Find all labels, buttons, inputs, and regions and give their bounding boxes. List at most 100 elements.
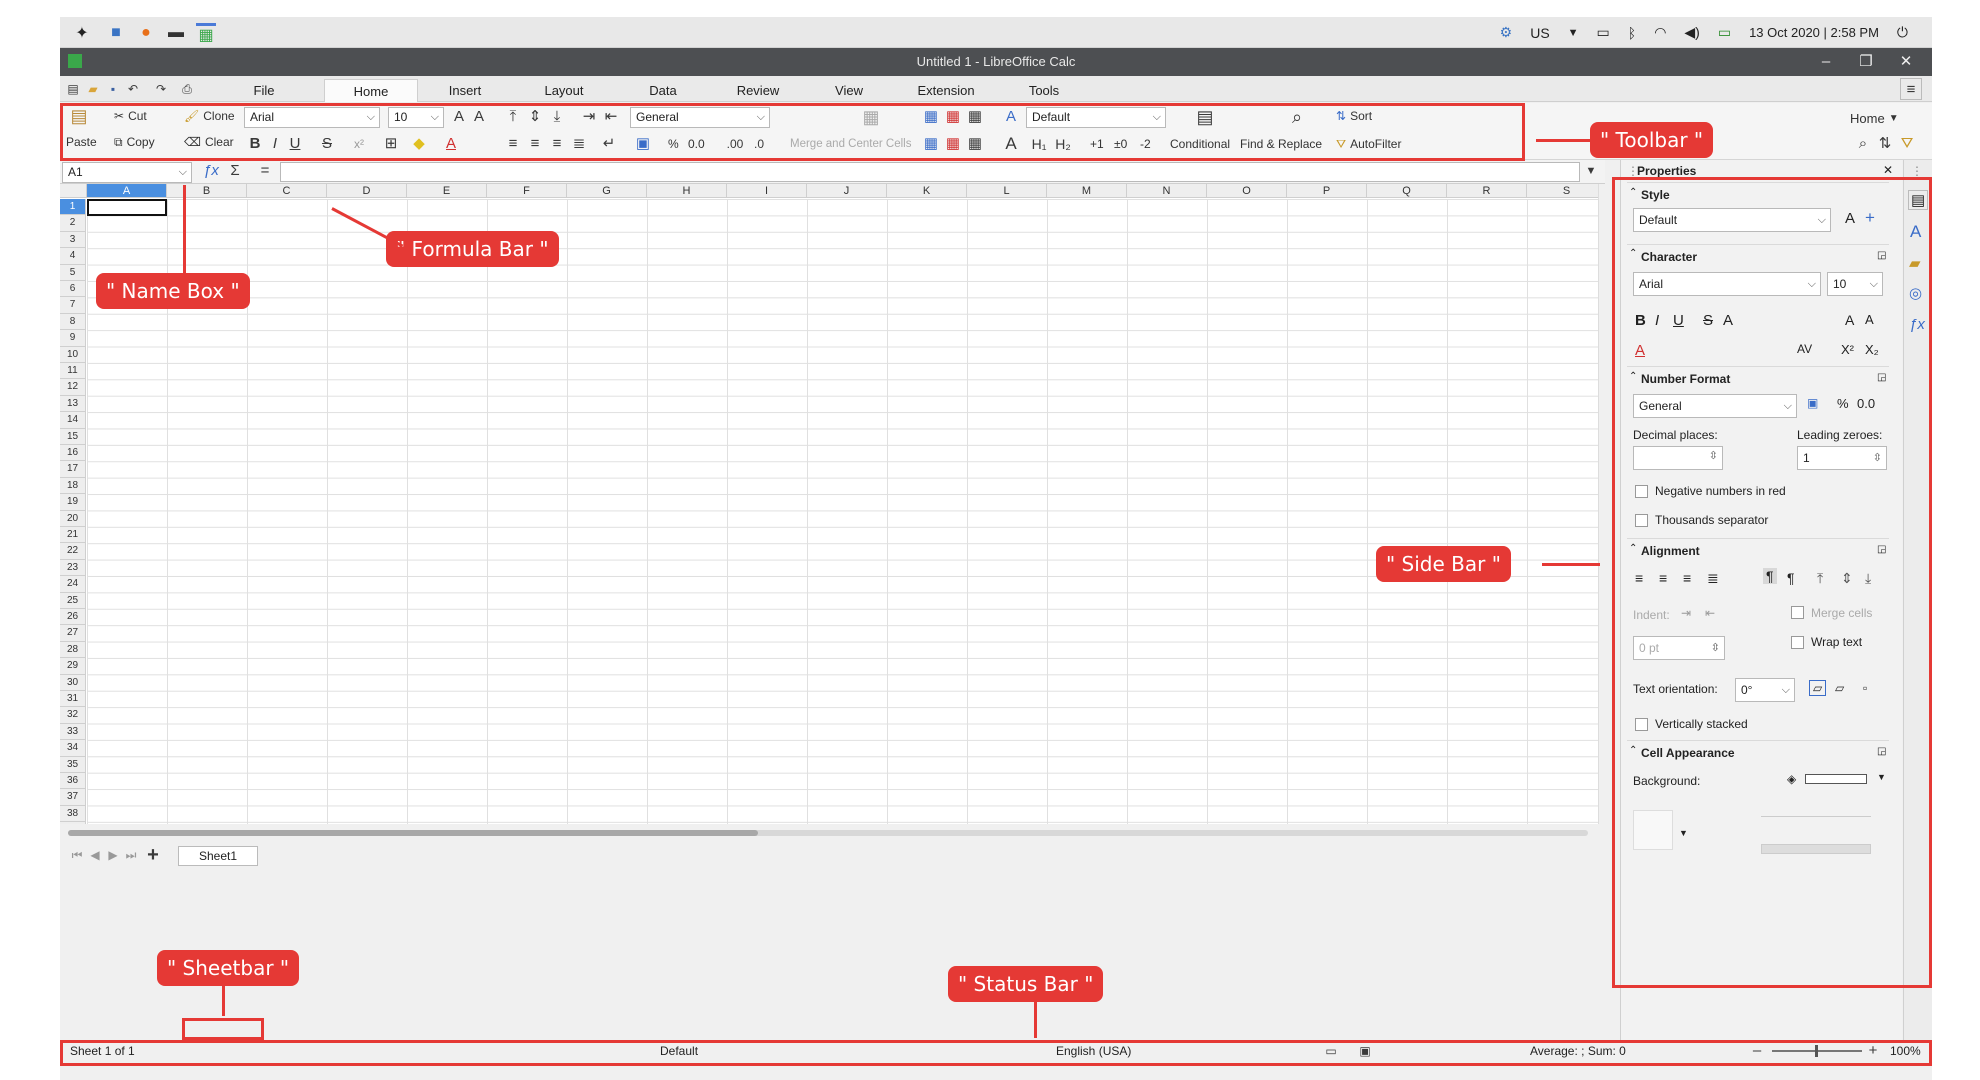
row-header[interactable]: 15 (60, 428, 86, 445)
tab-extension[interactable]: Extension (892, 79, 1000, 102)
maximize-icon[interactable]: ❐ (1856, 52, 1876, 72)
row-header[interactable]: 2 (60, 215, 86, 232)
column-header[interactable]: K (887, 184, 967, 198)
column-header[interactable]: N (1127, 184, 1207, 198)
row-header[interactable]: 19 (60, 494, 86, 511)
terminal-icon[interactable]: ▬ (166, 23, 186, 43)
row-header[interactable]: 17 (60, 461, 86, 478)
formula-icon[interactable]: = (256, 160, 274, 182)
save-icon[interactable]: ▪ (104, 78, 122, 100)
horizontal-scroll-thumb[interactable] (68, 830, 758, 836)
column-header[interactable]: A (87, 184, 167, 198)
chevron-down-icon[interactable]: ▼ (1568, 27, 1579, 39)
column-header[interactable]: M (1047, 184, 1127, 198)
row-header[interactable]: 30 (60, 674, 86, 691)
sidebar-menu-icon[interactable]: ⋮ (1911, 164, 1923, 178)
row-header[interactable]: 36 (60, 773, 86, 790)
row-header[interactable]: 35 (60, 756, 86, 773)
tab-tools[interactable]: Tools (1000, 79, 1088, 102)
close-icon[interactable]: ✕ (1896, 52, 1916, 72)
row-header[interactable]: 18 (60, 477, 86, 495)
wifi-icon[interactable]: ◠ (1654, 24, 1666, 41)
vertical-scrollbar[interactable] (1598, 184, 1606, 824)
row-header[interactable]: 16 (60, 445, 86, 462)
find-icon[interactable]: ⌕ (1854, 133, 1872, 155)
display-icon[interactable]: ▭ (1597, 24, 1610, 41)
select-all-corner[interactable] (60, 184, 87, 198)
column-header[interactable]: I (727, 184, 807, 198)
redo-icon[interactable]: ↷ (152, 78, 170, 100)
row-header[interactable]: 9 (60, 330, 86, 347)
row-header[interactable]: 29 (60, 658, 86, 675)
row-header[interactable]: 14 (60, 412, 86, 429)
row-header[interactable]: 13 (60, 395, 86, 413)
row-header[interactable]: 4 (60, 248, 86, 265)
cells-area[interactable] (87, 199, 1598, 824)
close-icon[interactable]: ✕ (1883, 163, 1893, 177)
column-header[interactable]: D (327, 184, 407, 198)
row-header[interactable]: 11 (60, 363, 86, 380)
row-header[interactable]: 1 (60, 199, 86, 216)
column-header[interactable]: P (1287, 184, 1367, 198)
sort-icon[interactable]: ⇅ (1876, 133, 1894, 155)
column-header[interactable]: F (487, 184, 567, 198)
sum-icon[interactable]: Σ (226, 160, 244, 182)
next-sheet-icon[interactable]: ▶ (104, 844, 122, 866)
row-header[interactable]: 6 (60, 281, 86, 298)
column-header[interactable]: H (647, 184, 727, 198)
volume-icon[interactable]: ◀) (1684, 24, 1699, 41)
row-header[interactable]: 28 (60, 641, 86, 659)
print-icon[interactable]: ⎙ (178, 78, 196, 100)
function-wizard-icon[interactable]: ƒx (202, 160, 220, 182)
tab-layout[interactable]: Layout (512, 79, 616, 102)
row-header[interactable]: 38 (60, 805, 86, 823)
active-cell-cursor[interactable] (87, 199, 167, 216)
column-header[interactable]: B (167, 184, 247, 198)
column-header[interactable]: G (567, 184, 647, 198)
row-header[interactable]: 3 (60, 231, 86, 249)
tab-home[interactable]: Home (324, 79, 418, 102)
file-manager-icon[interactable]: ■ (106, 23, 126, 43)
horizontal-scrollbar[interactable] (68, 830, 1588, 836)
firefox-icon[interactable]: ● (136, 23, 156, 43)
add-sheet-icon[interactable]: + (144, 844, 162, 866)
column-header[interactable]: J (807, 184, 887, 198)
tab-review[interactable]: Review (710, 79, 806, 102)
prev-sheet-icon[interactable]: ◀ (86, 844, 104, 866)
hamburger-menu-icon[interactable]: ≡ (1900, 78, 1922, 100)
row-header[interactable]: 32 (60, 707, 86, 724)
tab-data[interactable]: Data (616, 79, 710, 102)
row-header[interactable]: 27 (60, 625, 86, 642)
battery-icon[interactable]: ▭ (1718, 24, 1731, 41)
row-header[interactable]: 37 (60, 789, 86, 806)
power-icon[interactable]: ⏻ (1897, 24, 1908, 41)
spreadsheet-grid[interactable]: A B C D E F G H I J K L M N O P Q R S 1 2 3 4 5 6 7 8 9 10 11 12 13 14 15… (60, 184, 1598, 824)
row-header[interactable]: 31 (60, 691, 86, 708)
row-header[interactable]: 10 (60, 346, 86, 363)
first-sheet-icon[interactable]: ⏮ (68, 844, 86, 866)
tab-file[interactable]: File (204, 79, 324, 102)
row-header[interactable]: 24 (60, 576, 86, 593)
row-header[interactable]: 25 (60, 592, 86, 609)
home-tab-menu[interactable]: Home ▼ (1850, 107, 1899, 129)
app-launcher-icon[interactable]: ✦ (72, 23, 92, 43)
column-header[interactable]: C (247, 184, 327, 198)
network-status-icon[interactable]: ⚙ (1500, 24, 1513, 41)
bluetooth-icon[interactable]: ᛒ (1628, 25, 1636, 41)
column-header[interactable]: S (1527, 184, 1598, 198)
new-document-icon[interactable]: ▤ (64, 78, 82, 100)
column-header[interactable]: L (967, 184, 1047, 198)
tab-view[interactable]: View (806, 79, 892, 102)
sheet-tab[interactable]: Sheet1 (178, 846, 258, 866)
row-header[interactable]: 23 (60, 559, 86, 577)
keyboard-layout[interactable]: US (1530, 25, 1549, 41)
row-header[interactable]: 20 (60, 510, 86, 527)
expand-formula-icon[interactable]: ▼ (1582, 160, 1600, 182)
row-header[interactable]: 26 (60, 609, 86, 626)
column-header[interactable]: E (407, 184, 487, 198)
row-header[interactable]: 12 (60, 379, 86, 396)
undo-icon[interactable]: ↶ (124, 78, 142, 100)
clock[interactable]: 13 Oct 2020 | 2:58 PM (1749, 25, 1879, 40)
filter-icon[interactable]: ⛛ (1898, 133, 1916, 155)
calc-taskbar-icon[interactable]: ▦ (196, 23, 216, 44)
